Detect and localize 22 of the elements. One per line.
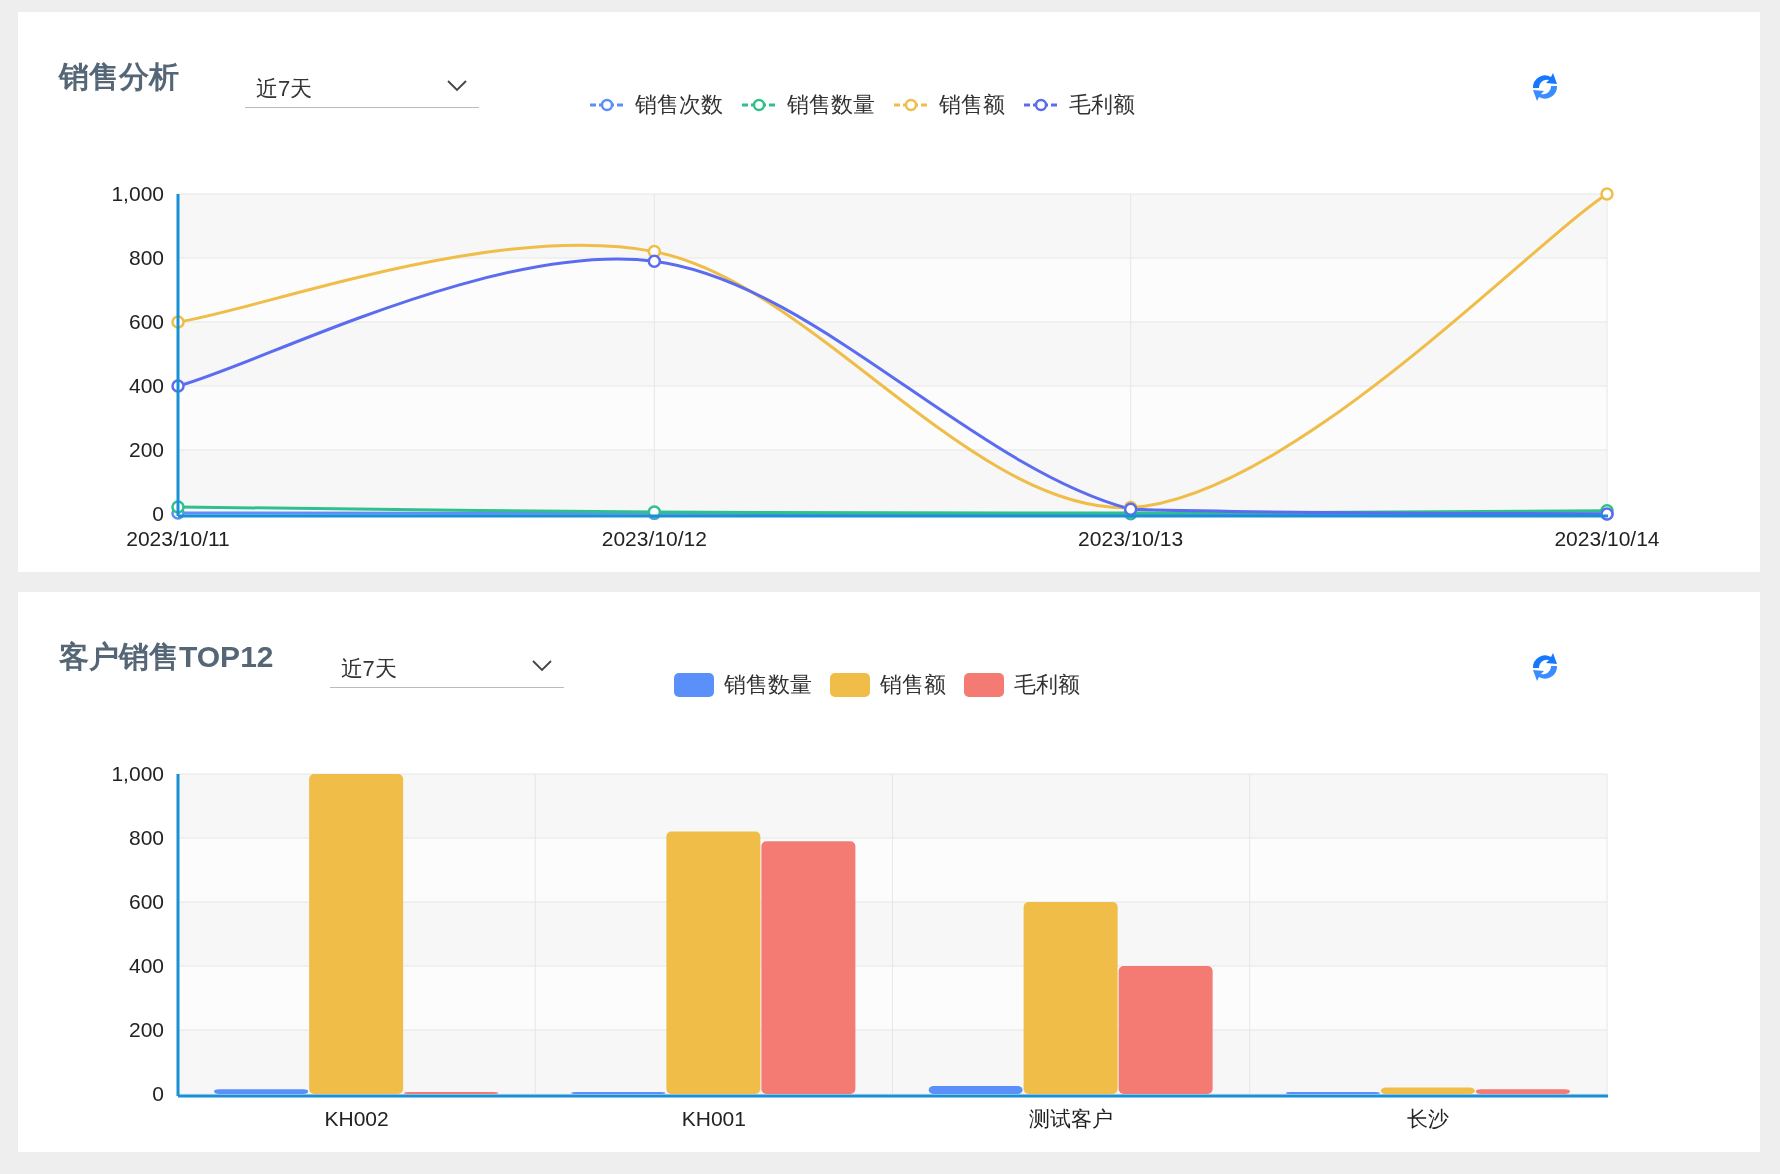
- axis-label: 400: [128, 374, 164, 397]
- panel-title: 客户销售TOP12: [59, 639, 275, 675]
- axis-label: 2023/10/13: [1078, 527, 1184, 550]
- axis-label: 0: [152, 502, 164, 525]
- axis-label: 800: [128, 246, 164, 269]
- axis-label: 2023/10/14: [1554, 527, 1660, 550]
- axis-label: 2023/10/12: [601, 527, 707, 550]
- axis-label: 200: [128, 1018, 164, 1041]
- axis-label: 0: [152, 1082, 164, 1105]
- axis-label: 长沙: [1407, 1107, 1450, 1130]
- axis-label: 600: [128, 890, 164, 913]
- axis-label: 1,000: [111, 762, 164, 785]
- axis-label: 400: [128, 954, 164, 977]
- axis-label: 测试客户: [1029, 1107, 1114, 1130]
- axis-label: 600: [128, 310, 164, 333]
- axis-label: 200: [128, 438, 164, 461]
- axis-label: 1,000: [111, 182, 164, 205]
- axis-label: KH001: [681, 1107, 746, 1130]
- panel-title: 销售分析: [59, 59, 180, 95]
- axis-label: KH002: [324, 1107, 389, 1130]
- axis-label: 2023/10/11: [126, 527, 230, 550]
- axis-label: 800: [128, 826, 164, 849]
